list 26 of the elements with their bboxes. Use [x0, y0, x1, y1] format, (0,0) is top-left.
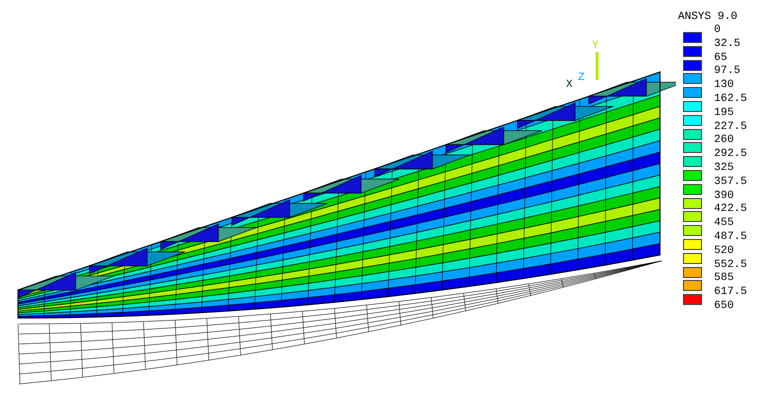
plot-title: ANSYS 9.0: [678, 10, 738, 24]
legend-value: 0: [714, 24, 722, 38]
legend-value: 325: [714, 162, 735, 176]
legend-value: 422.5: [714, 203, 748, 218]
legend-value: 357.5: [714, 176, 748, 190]
y-axis-line: [596, 52, 598, 80]
legend-value: 130: [714, 79, 735, 93]
legend-value: 520: [714, 244, 735, 259]
legend-value: 487.5: [714, 230, 748, 245]
legend-value: 552.5: [714, 258, 748, 272]
legend-value: 617.5: [714, 286, 748, 300]
legend-value: 260: [714, 134, 735, 148]
legend-value: 292.5: [714, 148, 748, 162]
legend-value: 227.5: [714, 120, 748, 134]
legend-value: 97.5: [714, 65, 742, 80]
axis-label: X: [566, 79, 573, 91]
legend-value: 32.5: [714, 38, 742, 52]
axis-label: Z: [578, 72, 585, 84]
legend-value: 390: [714, 190, 735, 204]
legend-value: 195: [714, 106, 735, 121]
legend-value: 455: [714, 217, 735, 231]
legend-value: 585: [714, 272, 735, 286]
axis-label: Y: [592, 40, 599, 52]
legend-value: 65: [714, 52, 728, 66]
legend-value: 650: [714, 300, 735, 314]
legend-value: 162.5: [714, 92, 748, 107]
